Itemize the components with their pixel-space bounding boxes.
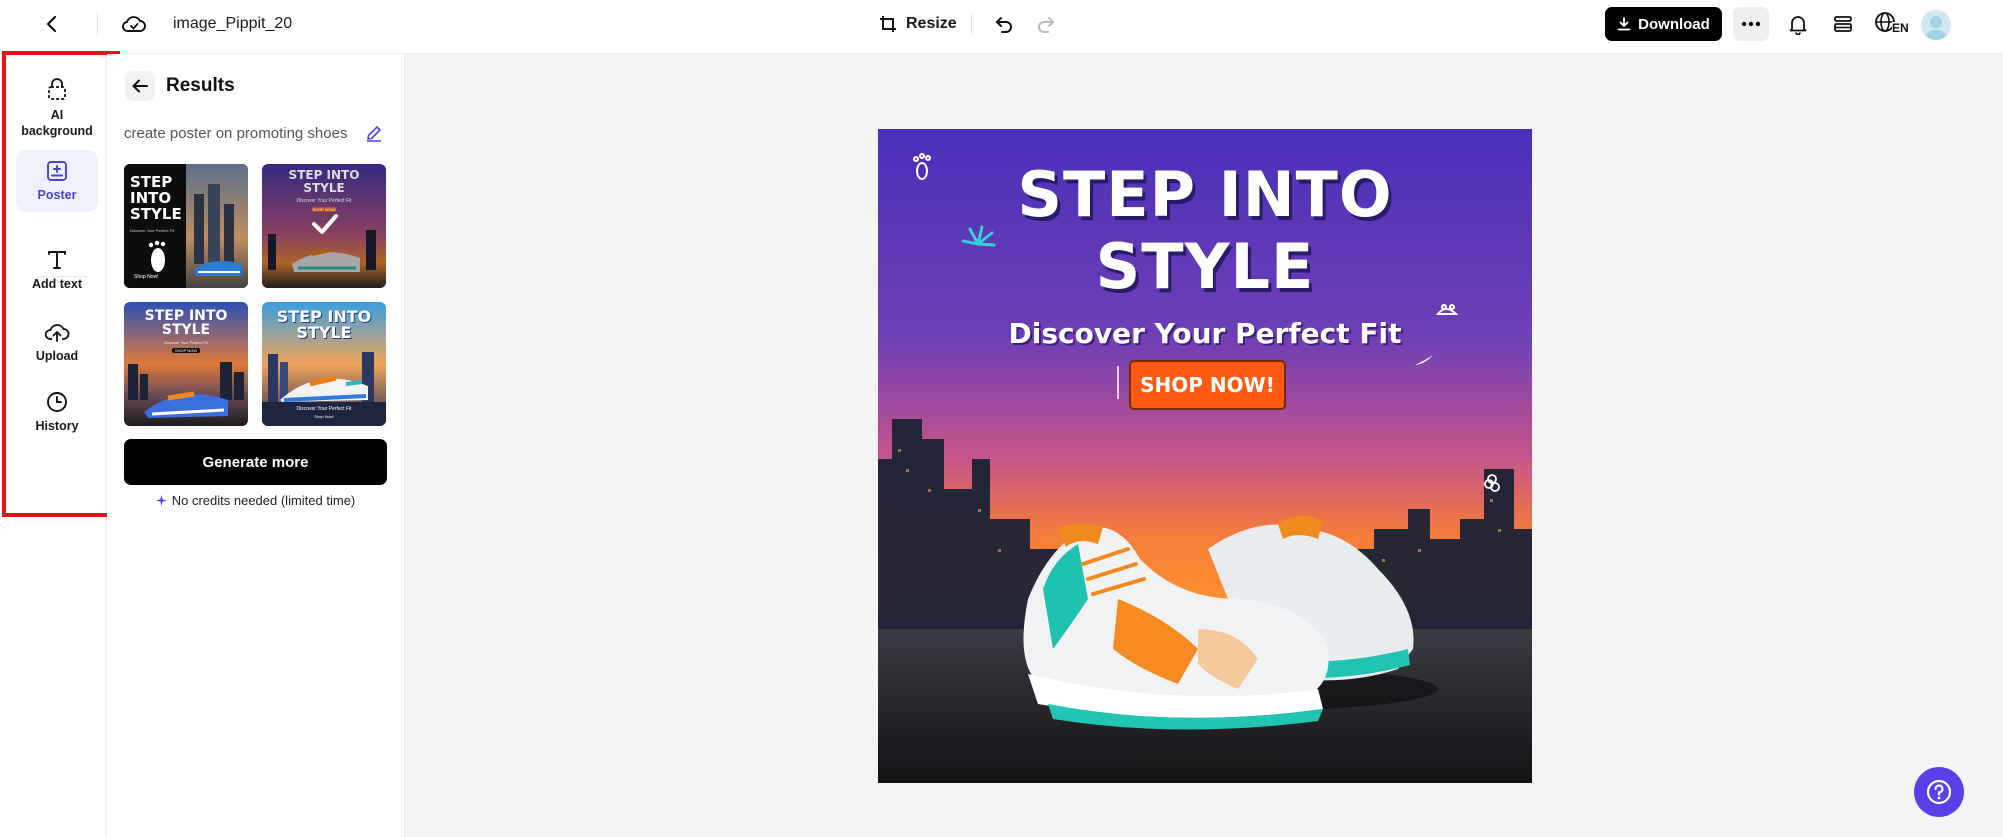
thumbnail-subtitle: Discover Your Perfect Fit [296, 406, 352, 412]
undo-icon [996, 17, 1012, 33]
resize-button[interactable]: Resize [878, 11, 957, 37]
result-thumbnail-3[interactable]: STEP INTO STYLE Discover Your Perfect Fi… [124, 302, 248, 426]
poster-subtitle[interactable]: Discover Your Perfect Fit [878, 317, 1532, 350]
notification-bell-icon[interactable] [1784, 10, 1812, 38]
poster-title-line-1[interactable]: STEP INTO [878, 159, 1532, 231]
thumbnail-title-line: STYLE [130, 205, 182, 223]
resize-icon [880, 16, 896, 32]
top-bar: image_Pippit_20 Resize Download EN [0, 0, 2003, 54]
thumbnail-subtitle: Discover Your Perfect Fit [296, 198, 352, 204]
download-button[interactable]: Download [1605, 7, 1722, 41]
generate-more-button[interactable]: Generate more [124, 439, 387, 485]
result-thumbnail-2[interactable]: STEP INTO STYLE Discover Your Perfect Fi… [262, 164, 386, 288]
credits-note-text: No credits needed (limited time) [171, 493, 356, 508]
prompt-text: create poster on promoting shoes [124, 125, 348, 142]
chevron-left-icon [46, 15, 57, 33]
results-title: Results [166, 75, 235, 96]
redo-icon [1038, 17, 1054, 33]
thumbnail-title-line: INTO [130, 189, 172, 207]
language-badge: EN [1892, 21, 1909, 35]
thumbnail-cta: SHOP NOW! [312, 207, 336, 212]
divider [97, 12, 98, 36]
back-button[interactable] [40, 12, 64, 36]
more-dots-icon [1741, 21, 1761, 27]
download-label: Download [1638, 15, 1710, 33]
undo-button[interactable] [991, 11, 1017, 37]
thumbnail-title-line: STYLE [296, 323, 352, 342]
layers-icon[interactable] [1829, 10, 1857, 38]
thumbnail-title-line: STEP INTO [144, 308, 228, 324]
download-icon [1617, 17, 1631, 31]
sparkle-icon [155, 495, 167, 506]
poster-cta-button[interactable]: SHOP NOW! [1129, 360, 1286, 410]
result-thumbnail-1[interactable]: STEP INTO STYLE Discover Your Perfect Fi… [124, 164, 248, 288]
thumbnail-cta: Shop Now! [314, 414, 334, 419]
divider [971, 14, 972, 34]
results-back-button[interactable] [125, 71, 155, 101]
thumbnail-cta: Shop Now! [134, 274, 159, 280]
file-name[interactable]: image_Pippit_20 [173, 15, 292, 33]
thumbnail-subtitle: Discover Your Perfect Fit [163, 340, 209, 345]
user-avatar[interactable] [1921, 10, 1951, 40]
result-thumbnail-4[interactable]: STEP INTO STYLE Discover Your Perfect Fi… [262, 302, 386, 426]
results-panel: Results create poster on promoting shoes… [107, 54, 405, 837]
rail-highlight-box [2, 51, 120, 517]
resize-label: Resize [906, 15, 957, 32]
more-options-button[interactable] [1733, 7, 1769, 41]
poster-artboard[interactable]: STEP INTO STYLE Discover Your Perfect Fi… [878, 129, 1532, 783]
cloud-sync-icon[interactable] [120, 11, 148, 37]
thumbnail-title-line: STYLE [161, 322, 211, 338]
arrow-left-icon [132, 79, 148, 93]
redo-button[interactable] [1033, 11, 1059, 37]
edit-pencil-icon[interactable] [365, 124, 383, 142]
thumbnail-title-line: STYLE [303, 181, 345, 195]
poster-title-line-2[interactable]: STYLE [878, 231, 1532, 303]
thumbnail-title-line: STEP [130, 173, 173, 191]
language-globe-icon[interactable]: EN [1873, 10, 1911, 38]
credits-note: No credits needed (limited time) [124, 493, 387, 508]
help-button[interactable] [1914, 767, 1964, 817]
thumbnail-subtitle: Discover Your Perfect Fit [130, 228, 175, 233]
avatar-icon [1924, 16, 1948, 40]
help-question-icon [1926, 779, 1952, 805]
thumbnail-cta: SHOP NOW [172, 348, 200, 353]
